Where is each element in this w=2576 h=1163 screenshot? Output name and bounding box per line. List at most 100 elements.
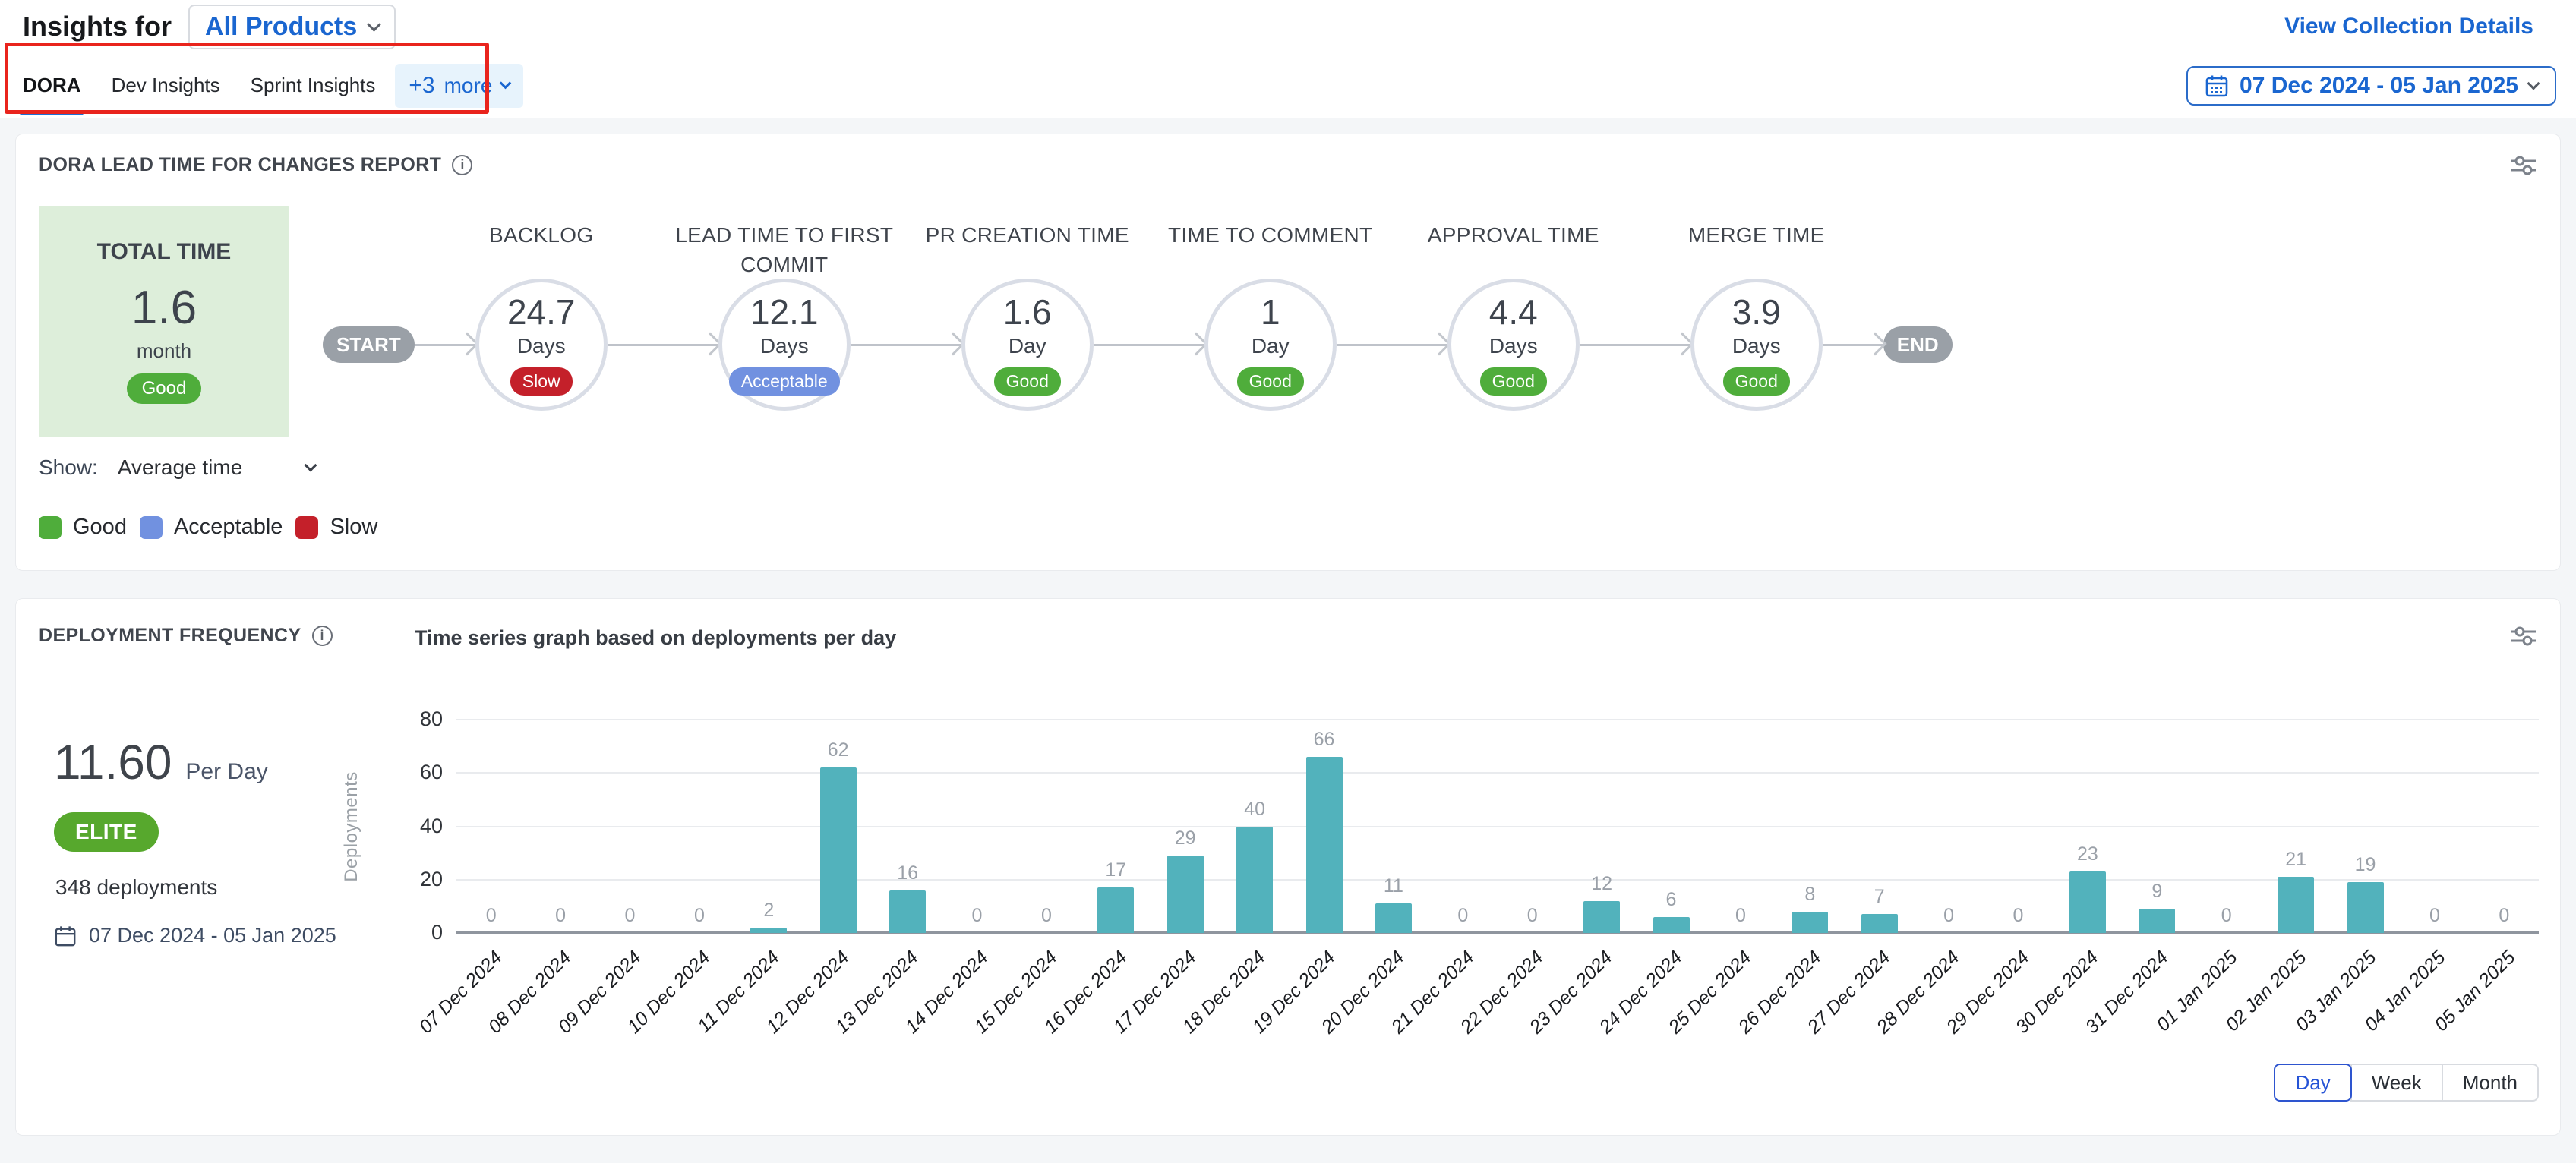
bar-value-label: 12 bbox=[1591, 873, 1612, 895]
bar[interactable] bbox=[1375, 903, 1412, 933]
bar[interactable] bbox=[889, 890, 926, 933]
bar[interactable] bbox=[1097, 887, 1134, 933]
info-icon[interactable]: i bbox=[312, 626, 333, 646]
tab-dora[interactable]: DORA bbox=[23, 53, 81, 118]
bar[interactable] bbox=[2278, 877, 2314, 933]
stage-circle: 1.6DayGood bbox=[961, 279, 1094, 411]
total-time-unit: month bbox=[137, 339, 191, 363]
bar-value-label: 2 bbox=[763, 900, 774, 922]
bar[interactable] bbox=[2069, 871, 2106, 933]
legend-label: Acceptable bbox=[174, 515, 283, 540]
top-header: Insights for All Products View Collectio… bbox=[0, 0, 2576, 118]
bar[interactable] bbox=[1236, 827, 1273, 934]
bar[interactable] bbox=[2139, 909, 2175, 933]
stage-unit: Days bbox=[1732, 334, 1781, 358]
stage-lead-time-to-first-commit: LEAD TIME TO FIRST COMMIT12.1DaysAccepta… bbox=[718, 220, 851, 411]
elite-rating-badge: ELITE bbox=[54, 812, 159, 852]
flow-connector bbox=[851, 344, 961, 346]
info-icon[interactable]: i bbox=[452, 155, 472, 175]
tab-dev-insights[interactable]: Dev Insights bbox=[112, 53, 220, 118]
bar[interactable] bbox=[750, 928, 787, 933]
stage-rating-badge: Slow bbox=[510, 367, 573, 396]
bar-value-label: 0 bbox=[1943, 905, 1954, 927]
flow-connector bbox=[1580, 344, 1690, 346]
bar-value-label: 0 bbox=[694, 905, 705, 927]
legend-swatch bbox=[39, 516, 62, 539]
chart-subtitle: Time series graph based on deployments p… bbox=[415, 626, 896, 650]
flow-connector bbox=[1337, 344, 1447, 346]
lead-time-card: DORA LEAD TIME FOR CHANGES REPORT i TOTA… bbox=[15, 134, 2561, 571]
lead-time-content: TOTAL TIME 1.6 month Good STARTBACKLOG24… bbox=[39, 177, 2537, 437]
y-tick-label: 40 bbox=[367, 815, 443, 838]
more-tabs-count: +3 bbox=[409, 73, 434, 99]
lead-time-flow: STARTBACKLOG24.7DaysSlowLEAD TIME TO FIR… bbox=[323, 220, 2537, 411]
date-range-label: 07 Dec 2024 - 05 Jan 2025 bbox=[2240, 73, 2518, 99]
bar-value-label: 0 bbox=[972, 905, 983, 927]
tab-label: Dev Insights bbox=[112, 74, 220, 97]
product-selector[interactable]: All Products bbox=[188, 5, 396, 49]
chart-settings-icon[interactable] bbox=[2510, 625, 2537, 648]
legend-item-acceptable: Acceptable bbox=[140, 515, 283, 540]
bar-value-label: 23 bbox=[2077, 843, 2098, 865]
stage-circle: 4.4DaysGood bbox=[1447, 279, 1580, 411]
gridline bbox=[456, 826, 2539, 827]
chevron-down-icon bbox=[2527, 77, 2540, 90]
bar[interactable] bbox=[1861, 914, 1898, 933]
gridline bbox=[456, 879, 2539, 881]
date-range-picker[interactable]: 07 Dec 2024 - 05 Jan 2025 bbox=[2186, 66, 2556, 106]
bar-value-label: 0 bbox=[2221, 905, 2232, 927]
page-title: Insights for bbox=[23, 11, 172, 43]
stage-circle: 3.9DaysGood bbox=[1690, 279, 1823, 411]
granularity-day[interactable]: Day bbox=[2274, 1064, 2351, 1102]
legend-swatch bbox=[140, 516, 163, 539]
legend-item-slow: Slow bbox=[295, 515, 377, 540]
rating-legend: GoodAcceptableSlow bbox=[39, 515, 2537, 540]
bar-value-label: 8 bbox=[1804, 884, 1815, 906]
chevron-down-icon bbox=[368, 17, 381, 31]
stage-value: 1.6 bbox=[1003, 295, 1052, 329]
legend-swatch bbox=[295, 516, 318, 539]
granularity-toggle: DayWeekMonth bbox=[2274, 1064, 2539, 1102]
bar[interactable] bbox=[1167, 856, 1204, 933]
total-time-value: 1.6 bbox=[131, 285, 197, 332]
deployment-frequency-card: DEPLOYMENT FREQUENCY i Time series graph… bbox=[15, 598, 2561, 1136]
deployment-rate: 11.60 Per Day bbox=[54, 734, 268, 790]
granularity-week[interactable]: Week bbox=[2350, 1064, 2443, 1102]
bar[interactable] bbox=[1792, 912, 1828, 933]
bar-chart-plot: 0000262160017294066110012608700239021190… bbox=[456, 720, 2539, 933]
stage-unit: Days bbox=[517, 334, 566, 358]
product-selector-label: All Products bbox=[205, 12, 357, 42]
tab-bar: DORADev InsightsSprint Insights +3 more … bbox=[0, 53, 2576, 118]
total-time-label: TOTAL TIME bbox=[97, 239, 232, 265]
stage-pr-creation-time: PR CREATION TIME1.6DayGood bbox=[961, 220, 1094, 411]
active-tab-underline bbox=[20, 111, 84, 115]
bar-value-label: 62 bbox=[828, 739, 849, 761]
bar[interactable] bbox=[2347, 882, 2384, 933]
view-collection-details-link[interactable]: View Collection Details bbox=[2284, 14, 2533, 39]
more-tabs-button[interactable]: +3 more bbox=[395, 64, 523, 108]
stage-rating-badge: Good bbox=[994, 367, 1061, 396]
bar[interactable] bbox=[1306, 757, 1343, 933]
stage-rating-badge: Good bbox=[1723, 367, 1790, 396]
bar-value-label: 21 bbox=[2285, 849, 2306, 871]
deployment-card-title: DEPLOYMENT FREQUENCY bbox=[39, 625, 301, 647]
show-dropdown[interactable]: Show: Average time bbox=[39, 455, 315, 480]
bar-value-label: 0 bbox=[2013, 905, 2024, 927]
granularity-month[interactable]: Month bbox=[2442, 1064, 2539, 1102]
chevron-down-icon bbox=[500, 77, 512, 90]
stage-label: BACKLOG bbox=[410, 220, 672, 250]
stage-circle: 1DayGood bbox=[1204, 279, 1337, 411]
tab-bar-tabs: DORA Dev Insights Sprint Insights bbox=[23, 53, 375, 118]
show-value: Average time bbox=[118, 455, 242, 480]
bar[interactable] bbox=[820, 767, 857, 933]
bar[interactable] bbox=[1653, 917, 1690, 933]
bar-value-label: 11 bbox=[1384, 875, 1403, 897]
tab-sprint-insights[interactable]: Sprint Insights bbox=[251, 53, 376, 118]
chart-settings-icon[interactable] bbox=[2510, 154, 2537, 177]
bar-value-label: 0 bbox=[625, 905, 636, 927]
bar-value-label: 40 bbox=[1244, 799, 1265, 821]
bar-value-label: 0 bbox=[555, 905, 566, 927]
bar-value-label: 0 bbox=[2499, 905, 2509, 927]
bar[interactable] bbox=[1583, 901, 1620, 933]
arrow-right-icon bbox=[1863, 332, 1886, 355]
